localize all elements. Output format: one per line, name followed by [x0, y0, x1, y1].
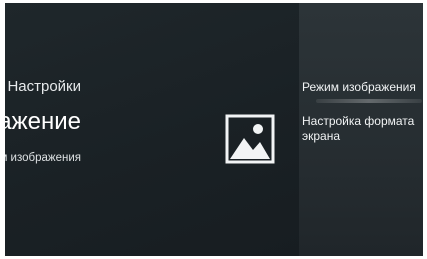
settings-label: Настройки	[7, 78, 81, 95]
section-title: Изображение	[5, 108, 81, 135]
left-info-panel: Настройки Изображение Настройте режим из…	[5, 3, 299, 256]
menu-item-picture-mode[interactable]: Режим изображения	[302, 80, 423, 95]
tv-screen: Настройки Изображение Настройте режим из…	[5, 3, 423, 256]
selection-indicator	[316, 99, 422, 103]
image-icon	[225, 114, 275, 164]
section-description: Настройте режим изображения	[5, 152, 81, 164]
menu-item-screen-format[interactable]: Настройка формата экрана	[302, 114, 423, 144]
